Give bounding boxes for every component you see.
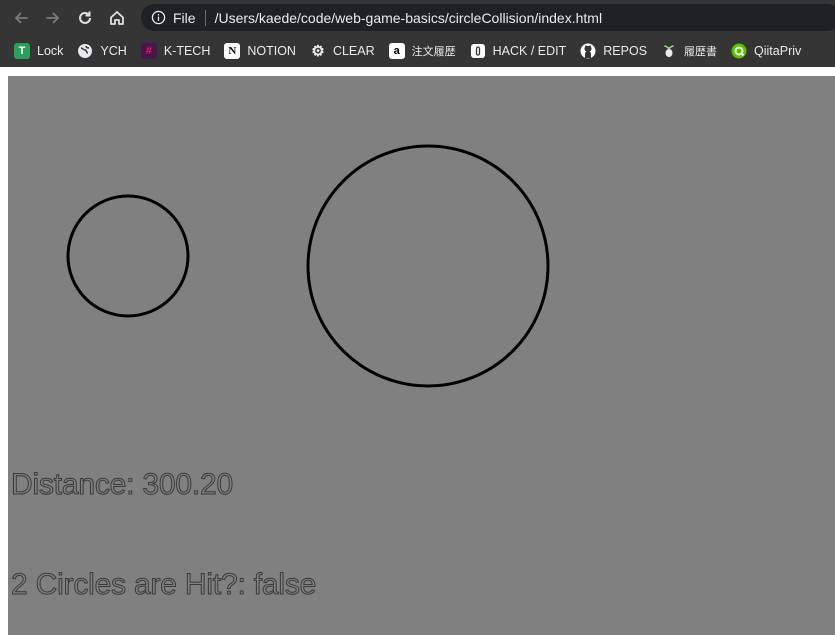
bookmark-notion[interactable]: N NOTION bbox=[218, 39, 304, 63]
url-text[interactable]: /Users/kaede/code/web-game-basics/circle… bbox=[215, 10, 603, 26]
home-button[interactable] bbox=[106, 7, 128, 29]
hackmd-icon bbox=[470, 43, 486, 59]
browser-toolbar: File /Users/kaede/code/web-game-basics/c… bbox=[0, 0, 835, 35]
qiita-icon bbox=[731, 43, 747, 59]
bookmark-label: QiitaPriv bbox=[754, 44, 802, 58]
circles-layer bbox=[66, 144, 550, 388]
lock-app-icon: T bbox=[14, 43, 30, 59]
arrow-left-icon bbox=[14, 12, 28, 23]
bookmark-label: 履歴書 bbox=[684, 46, 718, 58]
arrow-right-icon bbox=[46, 12, 60, 23]
game-canvas[interactable]: Distance: 300.20 2 Circles are Hit?: fal… bbox=[8, 76, 835, 635]
bookmark-label: HACK / EDIT bbox=[492, 44, 567, 58]
home-icon bbox=[110, 10, 124, 25]
github-icon bbox=[580, 43, 596, 59]
bookmark-ych[interactable]: YCH bbox=[71, 39, 134, 63]
bookmark-clear[interactable]: ⚙ CLEAR bbox=[304, 39, 383, 63]
amazon-icon: a bbox=[388, 43, 405, 59]
bookmark-repos[interactable]: REPOS bbox=[574, 39, 655, 63]
address-bar[interactable]: File /Users/kaede/code/web-game-basics/c… bbox=[141, 4, 835, 31]
hit-status-text: 2 Circles are Hit?: false bbox=[10, 568, 317, 602]
distance-text: Distance: 300.20 bbox=[11, 468, 234, 502]
reload-button[interactable] bbox=[74, 7, 96, 29]
notion-icon: N bbox=[224, 43, 241, 59]
info-icon[interactable] bbox=[151, 10, 166, 25]
bookmark-resume[interactable]: 履歴書 bbox=[655, 39, 725, 63]
slack-icon: # bbox=[140, 43, 157, 59]
bookmark-lock[interactable]: T Lock bbox=[8, 39, 71, 63]
page-margin bbox=[0, 67, 835, 76]
bookmark-label: YCH bbox=[100, 44, 127, 58]
bookmark-label: CLEAR bbox=[332, 44, 375, 58]
bookmark-qiitapriv[interactable]: QiitaPriv bbox=[725, 39, 809, 63]
omnibox-divider bbox=[204, 9, 206, 26]
bookmark-hack-edit[interactable]: HACK / EDIT bbox=[464, 39, 575, 63]
sprout-icon bbox=[661, 43, 677, 59]
reload-icon bbox=[79, 11, 91, 24]
globe-icon bbox=[77, 43, 93, 59]
gear-icon: ⚙ bbox=[311, 42, 325, 60]
small-circle bbox=[66, 194, 190, 318]
bookmark-label: NOTION bbox=[247, 44, 296, 58]
bookmark-label: 注文履歴 bbox=[411, 46, 456, 58]
url-scheme-label: File bbox=[173, 9, 196, 26]
bookmark-k-tech[interactable]: # K-TECH bbox=[135, 39, 219, 63]
bookmark-label: K-TECH bbox=[163, 44, 211, 58]
bookmarks-bar: T Lock YCH # K-TECH N NOTION ⚙ CLEAR a 注… bbox=[0, 35, 835, 67]
forward-button[interactable] bbox=[42, 7, 64, 29]
large-circle bbox=[306, 144, 550, 388]
bookmark-order-history[interactable]: a 注文履歴 bbox=[383, 39, 464, 63]
bookmark-label: REPOS bbox=[603, 44, 648, 58]
bookmark-label: Lock bbox=[37, 44, 64, 58]
back-button[interactable] bbox=[10, 7, 32, 29]
